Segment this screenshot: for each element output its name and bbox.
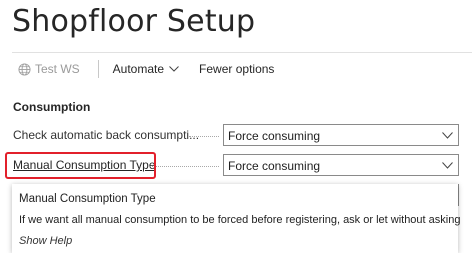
field-row-manual-consumption-type: Manual Consumption Type Force consuming [13,154,459,176]
field-row-check-automatic-back-consumption: Check automatic back consumpti... Force … [13,124,459,146]
page: Shopfloor Setup Test WS Automate Fewer o… [0,0,472,253]
tooltip-title: Manual Consumption Type [19,193,156,205]
show-help-link[interactable]: Show Help [19,235,72,247]
manual-consumption-type-label-link[interactable]: Manual Consumption Type [13,158,156,172]
automate-menu-button[interactable]: Automate [113,62,179,76]
test-ws-label: Test WS [35,62,80,76]
title-divider [12,52,472,53]
tooltip-description: If we want all manual consumption to be … [19,214,461,226]
fewer-options-button[interactable]: Fewer options [199,62,274,76]
check-automatic-back-consumption-select[interactable]: Force consuming [223,124,459,146]
test-ws-button[interactable]: Test WS [18,62,80,76]
select-value: Force consuming [228,129,321,143]
chevron-down-icon [442,132,453,139]
chevron-down-icon [442,162,453,169]
fewer-options-label: Fewer options [199,62,275,76]
field-label: Check automatic back consumpti... [13,128,200,142]
select-value: Force consuming [228,159,321,173]
automate-label: Automate [112,62,165,76]
page-title: Shopfloor Setup [12,4,256,39]
action-bar: Test WS Automate Fewer options [12,58,274,80]
section-title-consumption: Consumption [13,100,91,114]
chevron-down-icon [169,66,179,72]
globe-icon [18,62,31,76]
dotted-leader [189,136,219,137]
dotted-leader [149,166,219,167]
manual-consumption-type-select[interactable]: Force consuming [223,154,459,176]
field-help-tooltip: Manual Consumption Type If we want all m… [12,184,461,253]
toolbar-divider [97,60,99,78]
